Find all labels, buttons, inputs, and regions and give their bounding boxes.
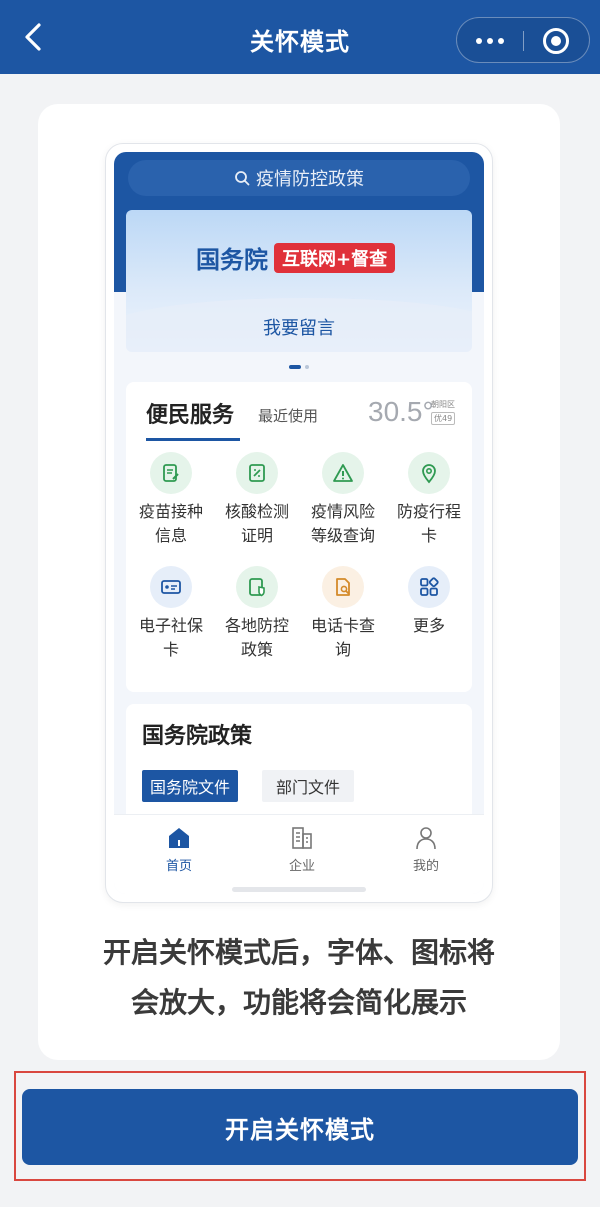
tab-me: 我的 (386, 825, 466, 874)
service-label: 疫情风险 等级查询 (310, 502, 375, 545)
service-item: 各地防控 政策 (214, 566, 300, 662)
enable-care-mode-button[interactable]: 开启关怀模式 (22, 1089, 578, 1165)
weather-temperature: 30.5° (368, 396, 434, 427)
service-item: 核酸检测 证明 (214, 452, 300, 548)
tab-me-label: 我的 (412, 859, 439, 874)
weather-location: 朝阳区 (431, 400, 455, 409)
building-icon (292, 827, 312, 849)
recent-tab: 最近使用 (258, 407, 319, 425)
service-label: 核酸检测 证明 (224, 502, 289, 545)
banner-brand-pill: 互联网+督查 (274, 242, 396, 273)
more-dots-icon (476, 38, 482, 44)
service-label: 各地防控 政策 (224, 616, 289, 659)
search-placeholder: 疫情防控政策 (256, 169, 364, 190)
phone-preview: 疫情防控政策 国务院 互联网+督查 我要留言 便民服务 最近使用 30.5° 朝… (105, 143, 493, 903)
certificate-icon (236, 452, 278, 494)
tab-home: 首页 (139, 825, 219, 874)
tab-home-label: 首页 (165, 859, 192, 874)
top-bar: 关怀模式 (0, 0, 600, 74)
service-item: 防疫行程卡 (386, 452, 472, 548)
service-item: 更多 (386, 566, 472, 638)
banner-cta: 我要留言 (263, 318, 335, 339)
id-card-icon (150, 566, 192, 608)
service-label: 防疫行程卡 (396, 502, 461, 545)
service-item: 疫情风险 等级查询 (300, 452, 386, 548)
preview-tab-bar: 首页 企业 我的 (114, 814, 484, 894)
preview-banner: 国务院 互联网+督查 我要留言 (126, 210, 472, 352)
user-icon (416, 827, 436, 850)
tab-enterprise: 企业 (262, 825, 342, 874)
tab-enterprise-label: 企业 (288, 859, 315, 874)
policy-panel: 国务院政策 国务院文件 部门文件 (126, 704, 472, 824)
banner-brand-text: 国务院 (196, 246, 268, 274)
more-menu-button[interactable] (457, 18, 523, 64)
tab-department-docs: 部门文件 (262, 770, 355, 802)
service-label: 疫苗接种 信息 (138, 502, 203, 545)
service-item: 电子社保卡 (128, 566, 214, 662)
air-quality-badge: 优49 (431, 412, 456, 425)
search-icon (235, 171, 250, 186)
carousel-indicator (114, 365, 484, 369)
close-miniprogram-button[interactable] (543, 28, 569, 54)
services-title: 便民服务 (146, 403, 235, 428)
services-tab-underline (146, 438, 240, 441)
miniprogram-capsule (456, 17, 590, 63)
services-panel: 便民服务 最近使用 30.5° 朝阳区 优49 疫苗接种信息 核酸检测证明 (126, 382, 472, 692)
tab-state-council-docs: 国务院文件 (142, 770, 239, 802)
capsule-divider (523, 31, 524, 51)
warning-triangle-icon (322, 452, 364, 494)
home-indicator (232, 887, 366, 892)
grid-more-icon (408, 566, 450, 608)
description-line-2: 会放大，功能将会简化展示 (130, 986, 467, 1019)
service-item: 疫苗接种 信息 (128, 452, 214, 548)
preview-search-bar: 疫情防控政策 (128, 160, 470, 196)
care-mode-description: 开启关怀模式后，字体、图标将 会放大，功能将会简化展示 (60, 928, 538, 1028)
service-label: 更多 (412, 616, 445, 635)
service-label: 电子社保卡 (138, 616, 203, 659)
document-edit-icon (150, 452, 192, 494)
policy-title: 国务院政策 (142, 724, 253, 749)
location-pin-icon (408, 452, 450, 494)
description-line-1: 开启关怀模式后，字体、图标将 (102, 936, 495, 969)
banner-brand: 国务院 互联网+督查 (196, 240, 396, 275)
service-item: 电话卡查询 (300, 566, 386, 662)
sim-search-icon (322, 566, 364, 608)
service-label: 电话卡查询 (310, 616, 375, 659)
home-icon (169, 828, 189, 848)
preview-screen: 疫情防控政策 国务院 互联网+督查 我要留言 便民服务 最近使用 30.5° 朝… (114, 152, 484, 894)
shield-doc-icon (236, 566, 278, 608)
